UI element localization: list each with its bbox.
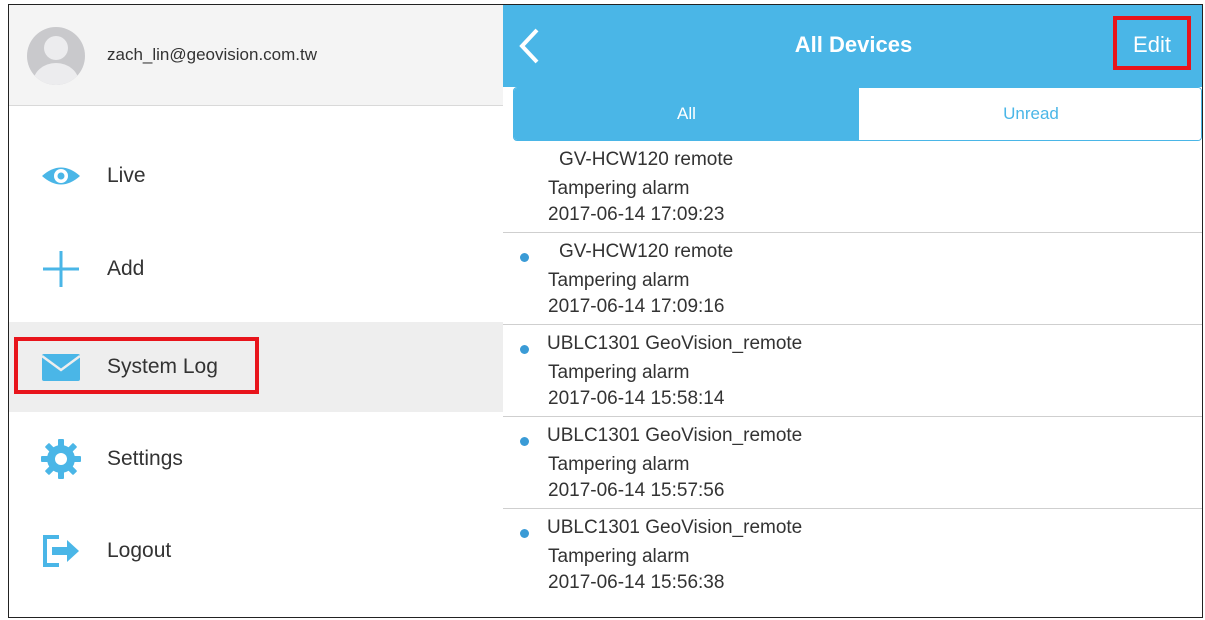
sidebar-item-logout[interactable]: Logout xyxy=(9,506,503,596)
sidebar-item-live[interactable]: Live xyxy=(9,131,503,221)
nav-bar: All Devices Edit xyxy=(503,5,1202,87)
log-timestamp: 2017-06-14 15:57:56 xyxy=(548,480,725,501)
page-title: All Devices xyxy=(794,32,913,57)
sidebar: zach_lin@geovision.com.tw Live Add Syste… xyxy=(9,5,503,617)
log-device: UBLC1301 GeoVision_remote xyxy=(547,517,803,538)
logout-icon xyxy=(43,535,79,567)
main-panel: All Devices Edit All Unread GV-HCW120 re… xyxy=(503,5,1202,617)
gear-icon xyxy=(41,439,81,479)
sidebar-item-system-log[interactable]: System Log xyxy=(9,322,503,412)
avatar[interactable] xyxy=(27,27,85,85)
log-device: UBLC1301 GeoVision_remote xyxy=(547,425,803,446)
log-timestamp: 2017-06-14 17:09:16 xyxy=(548,296,725,317)
envelope-icon xyxy=(41,354,81,381)
list-item[interactable]: UBLC1301 GeoVision_remote Tampering alar… xyxy=(503,417,1202,509)
plus-icon xyxy=(43,251,79,287)
tab-all[interactable]: All xyxy=(514,88,859,140)
eye-icon xyxy=(42,167,80,185)
sidebar-item-settings[interactable]: Settings xyxy=(9,414,503,504)
log-timestamp: 2017-06-14 17:09:23 xyxy=(548,204,725,225)
list-item[interactable]: UBLC1301 GeoVision_remote Tampering alar… xyxy=(503,325,1202,417)
sidebar-item-label: Add xyxy=(107,257,145,280)
sidebar-item-label: Settings xyxy=(107,447,183,470)
sidebar-item-add[interactable]: Add xyxy=(9,224,503,314)
log-event: Tampering alarm xyxy=(548,546,690,567)
log-device: GV-HCW120 remote xyxy=(559,149,734,170)
log-device: UBLC1301 GeoVision_remote xyxy=(547,333,803,354)
unread-dot-icon xyxy=(520,253,529,262)
list-item[interactable]: GV-HCW120 remote Tampering alarm 2017-06… xyxy=(503,233,1202,325)
log-event: Tampering alarm xyxy=(548,178,690,199)
sidebar-item-label: Live xyxy=(107,164,146,187)
unread-dot-icon xyxy=(520,345,529,354)
log-event: Tampering alarm xyxy=(548,270,690,291)
app-window: zach_lin@geovision.com.tw Live Add Syste… xyxy=(8,4,1203,618)
sidebar-item-label: System Log xyxy=(107,355,218,378)
profile-header: zach_lin@geovision.com.tw xyxy=(9,5,503,106)
list-item[interactable]: UBLC1301 GeoVision_remote Tampering alar… xyxy=(503,509,1202,600)
sidebar-item-label: Logout xyxy=(107,539,172,562)
log-event: Tampering alarm xyxy=(548,362,690,383)
log-timestamp: 2017-06-14 15:58:14 xyxy=(548,388,725,409)
log-event: Tampering alarm xyxy=(548,454,690,475)
tab-unread[interactable]: Unread xyxy=(859,88,1201,140)
log-timestamp: 2017-06-14 15:56:38 xyxy=(548,572,725,593)
log-list: GV-HCW120 remote Tampering alarm 2017-06… xyxy=(503,141,1202,600)
user-email: zach_lin@geovision.com.tw xyxy=(107,45,318,64)
unread-dot-icon xyxy=(520,529,529,538)
log-device: GV-HCW120 remote xyxy=(559,241,734,262)
list-item[interactable]: GV-HCW120 remote Tampering alarm 2017-06… xyxy=(503,141,1202,233)
unread-dot-icon xyxy=(520,437,529,446)
filter-segmented-control: All Unread xyxy=(513,87,1202,141)
edit-button[interactable]: Edit xyxy=(1113,19,1191,71)
